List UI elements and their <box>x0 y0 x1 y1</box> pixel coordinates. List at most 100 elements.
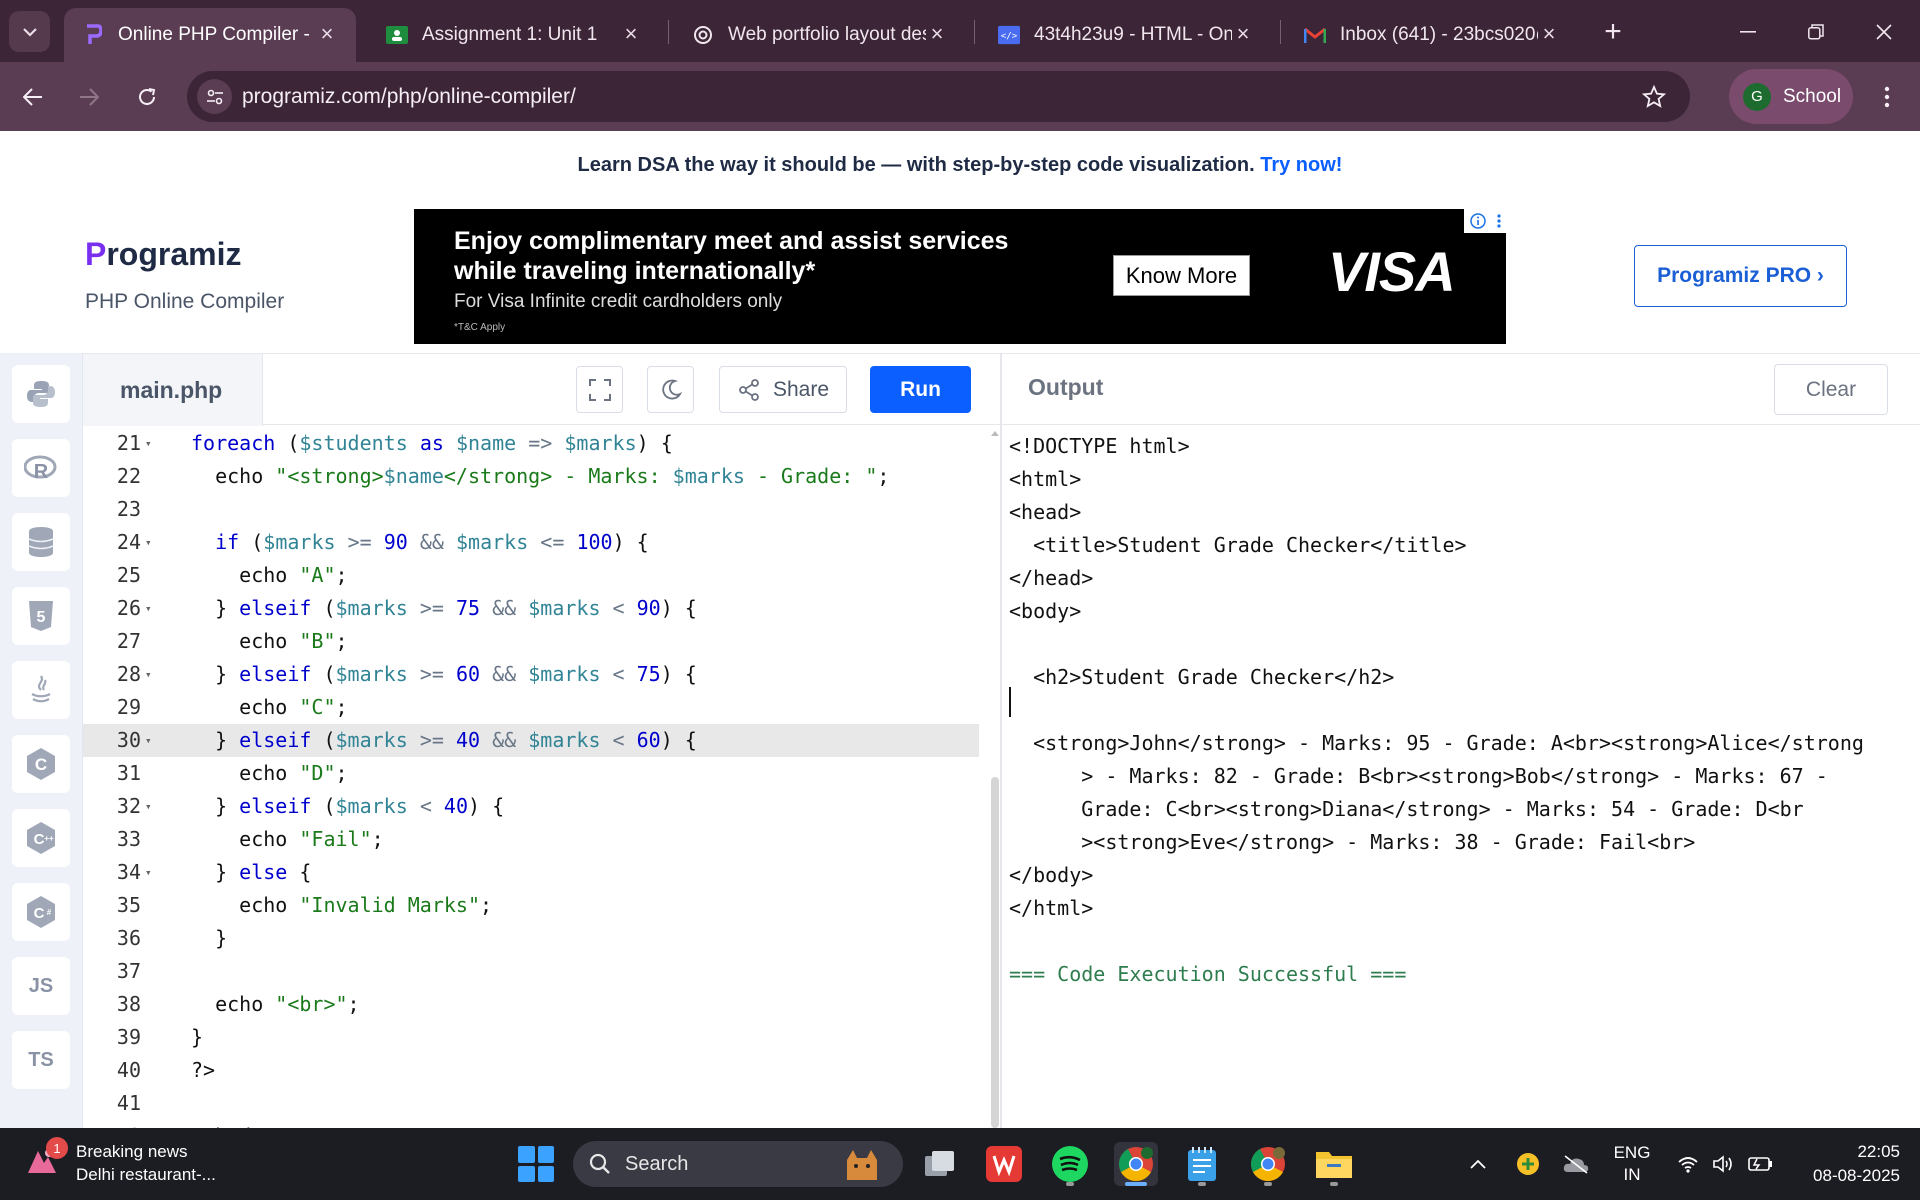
fold-arrow-icon[interactable]: ▾ <box>145 658 159 691</box>
wps-office-icon[interactable] <box>982 1142 1026 1186</box>
code-line[interactable]: 27 echo "B"; <box>83 625 979 658</box>
minimize-icon[interactable] <box>1730 14 1766 50</box>
ad-know-more-button[interactable]: Know More <box>1113 255 1250 296</box>
fold-arrow-icon[interactable]: ▾ <box>145 592 159 625</box>
typescript-icon[interactable]: TS <box>12 1031 70 1089</box>
code-line[interactable]: 25 echo "A"; <box>83 559 979 592</box>
code-line[interactable]: 21 ▾ foreach ($students as $name => $marks… <box>83 427 979 460</box>
programiz-logo[interactable]: Programiz <box>85 236 241 273</box>
system-clock[interactable]: 22:05 08-08-2025 <box>1794 1140 1900 1188</box>
code-line[interactable]: 41 <box>83 1087 979 1120</box>
code-line[interactable]: 30 ▾ } elseif ($marks >= 40 && $marks < 6… <box>83 724 979 757</box>
fold-arrow-icon[interactable]: ▾ <box>145 790 159 823</box>
url-text[interactable]: programiz.com/php/online-compiler/ <box>242 85 576 109</box>
fullscreen-icon[interactable] <box>576 366 623 413</box>
forward-arrow-icon[interactable] <box>71 79 107 115</box>
file-explorer-icon[interactable] <box>1312 1142 1356 1186</box>
show-hidden-icons[interactable] <box>1462 1128 1494 1200</box>
task-view-icon[interactable] <box>918 1142 962 1186</box>
code-line[interactable]: 23 <box>83 493 979 526</box>
close-tab-icon[interactable]: × <box>1538 23 1560 45</box>
code-line[interactable]: 33 echo "Fail"; <box>83 823 979 856</box>
code-line[interactable]: 42 </body> <box>83 1120 979 1128</box>
bookmark-star-icon[interactable] <box>1640 83 1668 111</box>
code-editor[interactable]: 21 ▾ foreach ($students as $name => $marks… <box>83 425 991 1128</box>
chrome-icon[interactable] <box>1246 1142 1290 1186</box>
reload-icon[interactable] <box>129 79 165 115</box>
clear-button[interactable]: Clear <box>1774 364 1888 415</box>
code-text: echo "D"; <box>191 761 348 785</box>
code-line[interactable]: 26 ▾ } elseif ($marks >= 75 && $marks < 9… <box>83 592 979 625</box>
code-line[interactable]: 31 echo "D"; <box>83 757 979 790</box>
fold-arrow-icon[interactable]: ▾ <box>145 856 159 889</box>
programiz-pro-button[interactable]: Programiz PRO › <box>1634 245 1847 307</box>
vpn-shield-icon[interactable] <box>1512 1128 1544 1200</box>
onedrive-icon[interactable] <box>1558 1128 1594 1200</box>
advertisement-banner[interactable]: Enjoy complimentary meet and assist serv… <box>414 209 1506 344</box>
back-arrow-icon[interactable] <box>15 79 51 115</box>
restore-icon[interactable] <box>1798 14 1834 50</box>
language-code: ENG <box>1613 1143 1651 1162</box>
panel-divider[interactable] <box>1000 353 1002 1128</box>
tab-gmail[interactable]: Inbox (641) - 23bcs020@ × <box>1286 8 1578 62</box>
close-tab-icon[interactable]: × <box>620 23 642 45</box>
profile-button[interactable]: G School <box>1729 69 1853 124</box>
input-language-indicator[interactable]: ENG IN <box>1610 1142 1654 1186</box>
cpp-icon[interactable]: C ++ <box>12 809 70 867</box>
ad-info-icon[interactable] <box>1464 209 1506 233</box>
code-line[interactable]: 39} <box>83 1021 979 1054</box>
code-line[interactable]: 32 ▾ } elseif ($marks < 40) { <box>83 790 979 823</box>
html5-icon[interactable]: 5 <box>12 587 70 645</box>
code-line[interactable]: 37 <box>83 955 979 988</box>
browser-menu-icon[interactable] <box>1872 79 1902 115</box>
csharp-icon[interactable]: C # <box>12 883 70 941</box>
fold-arrow-icon[interactable]: ▾ <box>145 526 159 559</box>
news-widget[interactable]: 1 Breaking news Delhi restaurant-... <box>24 1137 216 1186</box>
close-tab-icon[interactable]: × <box>1232 23 1254 45</box>
tab-chatgpt[interactable]: Web portfolio layout design × <box>674 8 966 62</box>
code-line[interactable]: 28 ▾ } elseif ($marks >= 60 && $marks < 7… <box>83 658 979 691</box>
code-line[interactable]: 38 echo "<br>"; <box>83 988 979 1021</box>
code-line[interactable]: 29 echo "C"; <box>83 691 979 724</box>
code-line[interactable]: 22 echo "<strong>$name</strong> - Marks:… <box>83 460 979 493</box>
code-line[interactable]: 36 } <box>83 922 979 955</box>
share-button[interactable]: Share <box>719 366 847 413</box>
code-line[interactable]: 34 ▾ } else { <box>83 856 979 889</box>
tab-assignment[interactable]: Assignment 1: Unit 1 × <box>368 8 660 62</box>
tab-programiz[interactable]: Online PHP Compiler - Programiz × <box>64 8 356 62</box>
volume-icon[interactable] <box>1708 1128 1740 1200</box>
tab-search-button[interactable] <box>9 11 50 52</box>
code-line[interactable]: 35 echo "Invalid Marks"; <box>83 889 979 922</box>
address-bar[interactable]: programiz.com/php/online-compiler/ <box>187 71 1690 122</box>
output-console[interactable]: <!DOCTYPE html> <html> <head> <title>Stude… <box>1009 425 1914 1128</box>
site-info-icon[interactable] <box>197 79 232 114</box>
java-icon[interactable] <box>12 661 70 719</box>
editor-scrollbar[interactable] <box>990 425 1000 1128</box>
promo-link[interactable]: Try now! <box>1260 154 1342 176</box>
notepad-icon[interactable] <box>1180 1142 1224 1186</box>
windows-start-icon[interactable] <box>518 1146 554 1182</box>
close-tab-icon[interactable]: × <box>316 23 338 45</box>
spotify-icon[interactable] <box>1048 1142 1092 1186</box>
code-line[interactable]: 24 ▾ if ($marks >= 90 && $marks <= 100) { <box>83 526 979 559</box>
battery-icon[interactable] <box>1744 1128 1776 1200</box>
wifi-icon[interactable] <box>1672 1128 1704 1200</box>
editor-scrollbar-thumb[interactable] <box>991 777 999 1128</box>
chrome-school-icon[interactable] <box>1114 1142 1158 1186</box>
file-tab[interactable]: main.php <box>83 354 263 426</box>
fold-arrow-icon[interactable]: ▾ <box>145 724 159 757</box>
r-icon[interactable]: R <box>12 439 70 497</box>
python-icon[interactable] <box>12 365 70 423</box>
code-line[interactable]: 40 ?> <box>83 1054 979 1087</box>
tab-onecompiler[interactable]: </> 43t4h23u9 - HTML - OneCompiler × <box>980 8 1272 62</box>
fold-arrow-icon[interactable]: ▾ <box>145 427 159 460</box>
javascript-icon[interactable]: JS <box>12 957 70 1015</box>
dark-mode-icon[interactable] <box>647 366 694 413</box>
close-window-icon[interactable] <box>1866 14 1902 50</box>
c-icon[interactable]: C <box>12 735 70 793</box>
run-button[interactable]: Run <box>870 366 971 413</box>
sql-icon[interactable] <box>12 513 70 571</box>
taskbar-search[interactable]: Search <box>573 1141 903 1187</box>
new-tab-button[interactable]: + <box>1597 17 1629 49</box>
close-tab-icon[interactable]: × <box>926 23 948 45</box>
